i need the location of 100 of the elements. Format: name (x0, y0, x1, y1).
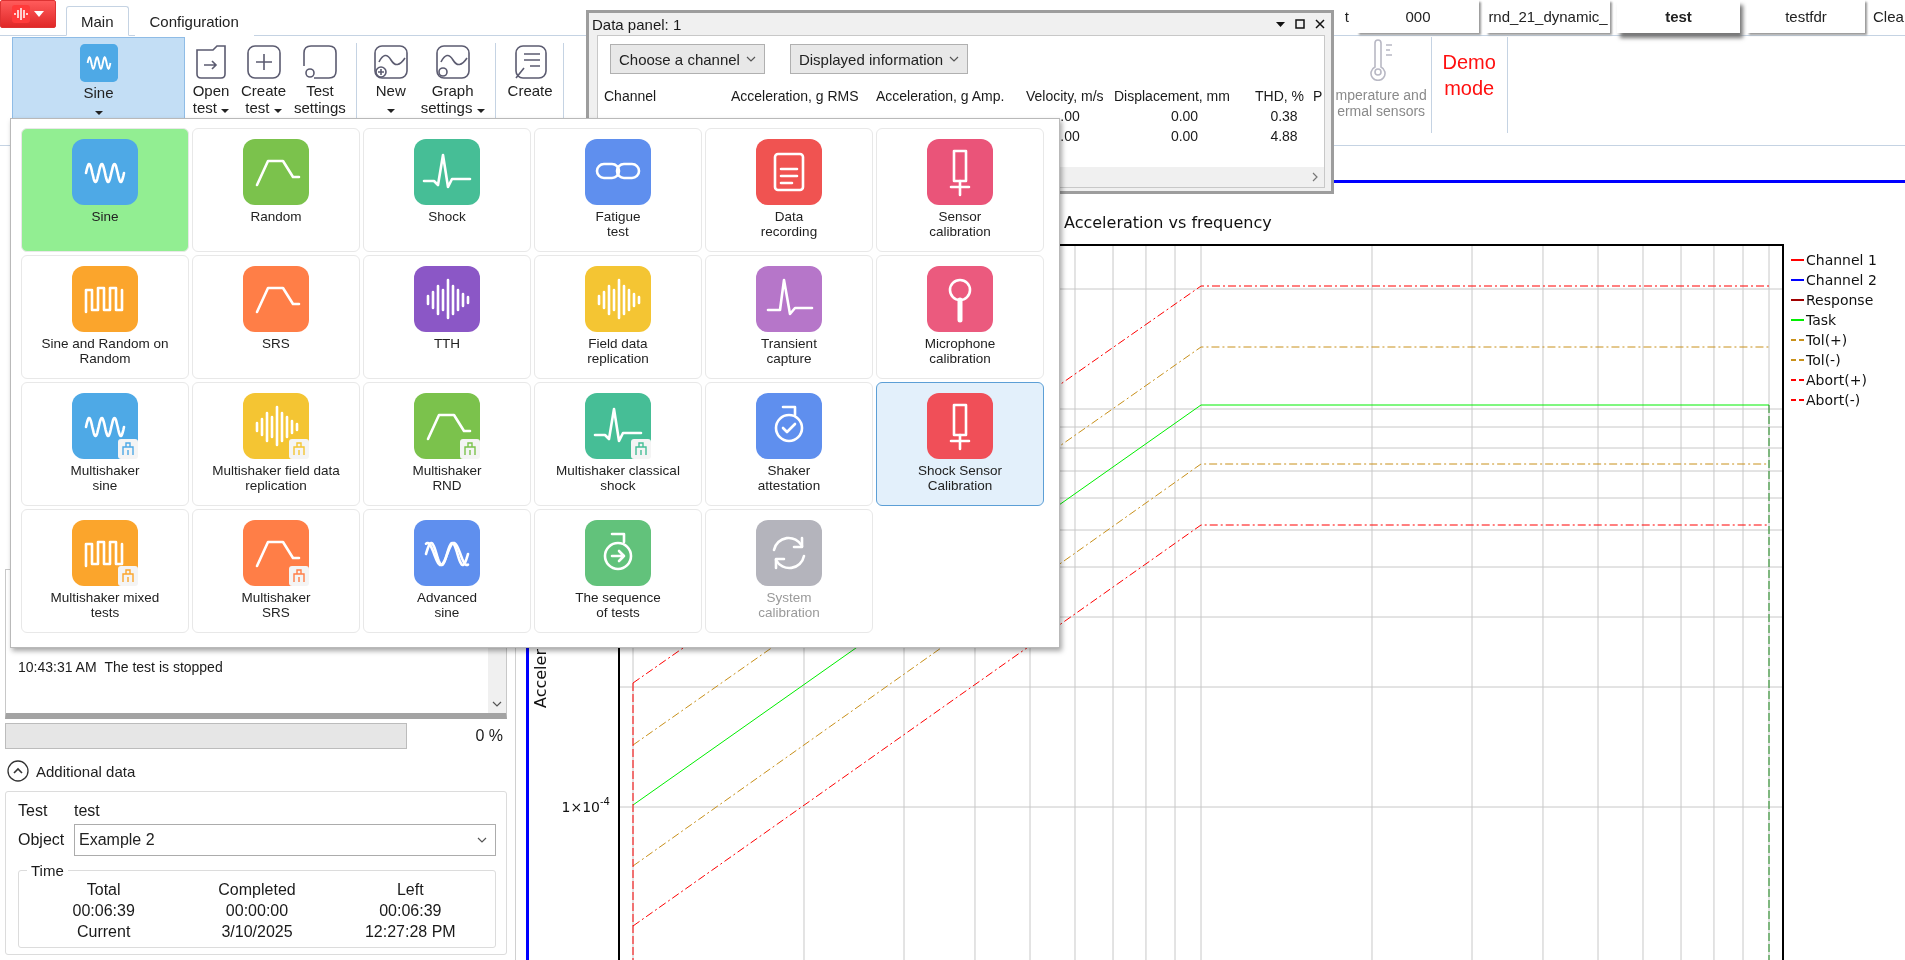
legend-label: Abort(-) (1806, 392, 1861, 408)
chart-title: Acceleration vs frequency (1064, 213, 1272, 232)
table-cell-text: 4.88 (1269, 128, 1299, 144)
caret-icon (386, 109, 395, 113)
group-title: Time (30, 862, 65, 879)
legend-label: Task (1806, 312, 1837, 328)
ribbon-button[interactable]: New (364, 37, 417, 119)
app-menu-button[interactable] (0, 0, 56, 28)
caret-icon[interactable] (1276, 21, 1285, 27)
test-type-tile[interactable]: Advanced sine (363, 509, 531, 633)
time-cell-text: 3/10/2025 (220, 923, 294, 941)
graph-plus-icon (372, 44, 409, 80)
test-type-tile[interactable]: SRS (192, 255, 360, 379)
test-type-tile[interactable]: Transient capture (705, 255, 873, 379)
ribbon-button-label: New (375, 82, 406, 116)
progress-reading: 0 % (475, 727, 503, 745)
list-pen-icon (512, 44, 549, 80)
time-cell-text: 00:00:00 (224, 902, 290, 920)
test-type-tile[interactable]: Fatigue test (534, 128, 702, 252)
test-type-tile[interactable]: The sequence of tests (534, 509, 702, 633)
table-cell-text: .00 (1059, 128, 1081, 144)
ribbon-button[interactable]: Create (503, 37, 557, 119)
chevron-down-icon (477, 837, 487, 843)
test-type-tile[interactable]: Shock (363, 128, 531, 252)
plus-square-icon (245, 44, 282, 80)
test-type-tile[interactable]: Field data replication (534, 255, 702, 379)
ribbon-button[interactable]: Graph settings (416, 37, 489, 119)
legend-label: Tol(-) (1806, 352, 1841, 368)
test-type-tile[interactable]: Sensor calibration (876, 128, 1044, 252)
maximize-icon[interactable] (1295, 19, 1305, 29)
time-cell-text: 00:06:39 (71, 902, 136, 920)
field-label: Test (18, 802, 49, 820)
table-cell-text: 0.38 (1269, 108, 1299, 124)
dropdown-button[interactable]: Displayed information (789, 44, 969, 74)
field-label: Object (18, 831, 66, 849)
ribbon-button-label: Test settings (294, 82, 346, 116)
ribbon-button-label: Graph settings (420, 82, 485, 116)
time-cell-text: Total (85, 881, 122, 899)
dropdown-button[interactable]: Choose a channel (610, 44, 765, 74)
folder-arrow-icon (193, 44, 229, 80)
ribbon-button[interactable]: Open test (185, 37, 237, 119)
test-tab[interactable]: test (1617, 0, 1740, 33)
test-type-tile[interactable]: Multishaker classical shock (534, 382, 702, 506)
column-header: P (1313, 88, 1324, 104)
axis-tick-label: 1×10$^{-4}$ (561, 796, 610, 815)
sine-wave-icon (78, 44, 119, 82)
test-type-tile[interactable]: Sine and Random on Random (21, 255, 189, 379)
chevron-down-icon (949, 56, 960, 62)
caret-icon (34, 11, 44, 17)
chevron-right-icon (1312, 172, 1318, 182)
test-type-tile[interactable]: Random (192, 128, 360, 252)
additional-data-toggle[interactable]: Additional data (5, 751, 136, 791)
test-type-tile[interactable]: Multishaker RND (363, 382, 531, 506)
ribbon-button-label: Sine (83, 84, 114, 118)
ribbon-button[interactable]: Create test (237, 37, 291, 119)
test-type-tile[interactable]: Data recording (705, 128, 873, 252)
time-cell-text: Left (395, 881, 425, 899)
test-type-tile[interactable]: Multishaker mixed tests (21, 509, 189, 633)
time-cell-text: Completed (217, 881, 297, 899)
test-tab[interactable]: 000 (1357, 0, 1479, 33)
test-type-tile[interactable]: Shaker attestation (705, 382, 873, 506)
legend-label: Abort(+) (1806, 372, 1867, 388)
test-type-tile[interactable]: Multishaker SRS (192, 509, 360, 633)
ribbon-button-label: Create test (241, 82, 287, 116)
ribbon-button[interactable]: Test settings (290, 37, 350, 119)
chevron-down-icon (745, 56, 756, 62)
test-type-tile[interactable]: Sine (21, 128, 189, 252)
ribbon-button-label: Open test (192, 82, 230, 116)
column-header: Acceleration, g RMS (731, 88, 860, 104)
demo-mode-label: Demo mode (1431, 37, 1508, 133)
ribbon-button-label: Create (507, 82, 553, 99)
ribbon-tab[interactable]: Main (66, 6, 129, 36)
test-tab[interactable]: rnd_21_dynamic_ (1486, 0, 1610, 33)
legend-label: Response (1806, 292, 1874, 308)
waveform-logo-icon (12, 5, 30, 23)
column-header: Displacement, mm (1114, 88, 1231, 104)
column-header: Channel (604, 88, 658, 104)
time-cell-text: 12:27:28 PM (363, 923, 457, 941)
table-cell-text: 0.00 (1169, 128, 1200, 144)
table-cell-text: .00 (1059, 108, 1081, 124)
legend-label: Channel 2 (1806, 272, 1877, 288)
test-tab[interactable]: testfdr (1747, 0, 1865, 33)
object-dropdown[interactable]: Example 2 (74, 824, 496, 856)
field-value: test (74, 802, 100, 820)
column-header: Velocity, m/s (1026, 88, 1105, 104)
legend-label: Tol(+) (1806, 332, 1848, 348)
caret-icon (273, 109, 282, 113)
ribbon-button[interactable]: Sine (12, 37, 185, 119)
test-type-tile[interactable]: TTH (363, 255, 531, 379)
legend-label: Channel 1 (1806, 252, 1877, 268)
chevron-down-icon (492, 701, 502, 707)
close-icon[interactable] (1315, 19, 1325, 29)
test-type-tile[interactable]: Microphone calibration (876, 255, 1044, 379)
test-type-tile[interactable]: Shock Sensor Calibration (876, 382, 1044, 506)
test-type-tile[interactable]: Multishaker field data replication (192, 382, 360, 506)
column-header: Acceleration, g Amp. (876, 88, 1006, 104)
test-type-tile[interactable]: Multishaker sine (21, 382, 189, 506)
table-cell-text: 0.00 (1169, 108, 1200, 124)
column-header: THD, % (1255, 88, 1305, 104)
caret-icon (221, 109, 230, 113)
